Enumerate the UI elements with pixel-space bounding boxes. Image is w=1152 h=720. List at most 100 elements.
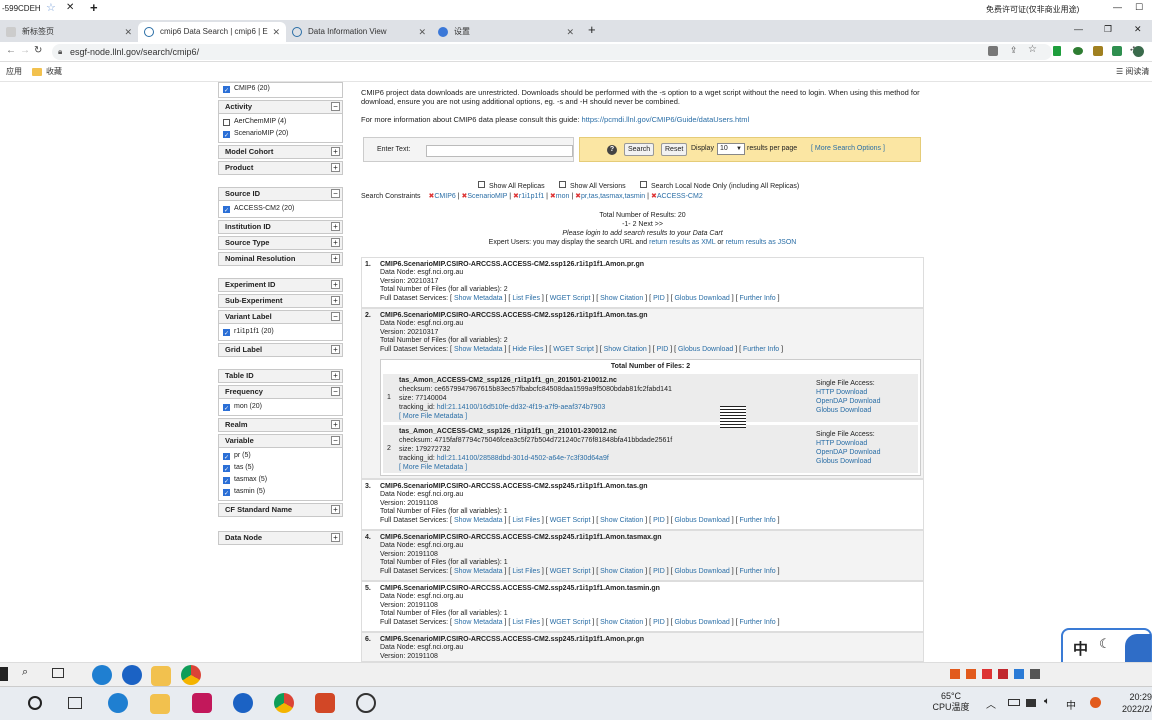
show-metadata-link[interactable]: Show Metadata — [454, 517, 503, 524]
wget-script-link[interactable]: WGET Script — [550, 568, 591, 575]
checkbox[interactable] — [223, 488, 230, 500]
list-files-link[interactable]: List Files — [512, 295, 540, 302]
checkbox[interactable] — [223, 476, 230, 488]
guide-link[interactable]: https://pcmdi.llnl.gov/CMIP6/Guide/dataU… — [582, 115, 750, 124]
show-citation-link[interactable]: Show Citation — [600, 295, 643, 302]
facet-option[interactable]: mon (20) — [223, 401, 338, 415]
return-json-link[interactable]: return results as JSON — [726, 239, 797, 246]
globus-file-download-link[interactable]: Globus Download — [816, 458, 871, 465]
apps-icon[interactable]: 应用 — [6, 62, 22, 82]
tray-icon-f[interactable] — [1030, 669, 1040, 679]
facet-option[interactable]: tas (5) — [223, 462, 338, 476]
search-button[interactable]: Search — [624, 143, 655, 156]
show-citation-link[interactable]: Show Citation — [600, 517, 643, 524]
teamviewer-icon[interactable] — [122, 665, 142, 685]
globus-download-link[interactable]: Globus Download — [678, 346, 733, 353]
checkbox[interactable] — [223, 205, 230, 217]
facet-model-cohort[interactable]: Model Cohort + — [218, 145, 343, 159]
checkbox[interactable] — [223, 85, 230, 97]
per-page-select[interactable]: 10 ▼ — [717, 143, 745, 155]
minimize-button[interactable]: — — [1113, 2, 1122, 12]
show-citation-link[interactable]: Show Citation — [600, 619, 643, 626]
facet-source-id[interactable]: Source ID − — [218, 187, 343, 201]
chrome-icon[interactable] — [181, 665, 201, 685]
more-search-options-link[interactable]: [ More Search Options ] — [811, 145, 885, 152]
url-input[interactable]: 🔒︎ esgf-node.llnl.gov/search/cmip6/ — [52, 44, 1052, 60]
http-download-link[interactable]: HTTP Download — [816, 440, 867, 447]
edge-icon[interactable] — [108, 693, 128, 713]
facet-institution-id[interactable]: Institution ID + — [218, 220, 343, 234]
expand-icon[interactable]: + — [331, 345, 340, 354]
local-node-option[interactable]: Search Local Node Only (including All Re… — [640, 181, 799, 190]
tab-newtab[interactable]: 新标签页 ✕ — [0, 22, 138, 42]
tab-data-information[interactable]: Data Information View ✕ — [286, 22, 432, 42]
constraint-variables[interactable]: pr,tas,tasmax,tasmin — [581, 193, 645, 200]
pid-link[interactable]: PID — [653, 295, 665, 302]
expand-icon[interactable]: + — [331, 147, 340, 156]
constraint-cmip6[interactable]: CMIP6 — [434, 193, 455, 200]
window-minimize-button[interactable]: — — [1074, 24, 1083, 34]
facet-frequency[interactable]: Frequency − — [218, 385, 343, 399]
extension-green-icon[interactable] — [1053, 46, 1061, 56]
back-icon[interactable]: ← — [6, 45, 16, 56]
expand-icon[interactable]: + — [331, 505, 340, 514]
wget-script-link[interactable]: WGET Script — [550, 295, 591, 302]
show-metadata-link[interactable]: Show Metadata — [454, 568, 503, 575]
globus-download-link[interactable]: Globus Download — [674, 619, 729, 626]
list-files-link[interactable]: List Files — [512, 568, 540, 575]
globus-file-download-link[interactable]: Globus Download — [816, 407, 871, 414]
cortana-icon[interactable] — [28, 696, 42, 710]
teamviewer-icon[interactable] — [233, 693, 253, 713]
close-icon[interactable]: ✕ — [418, 22, 426, 42]
powerpoint-icon[interactable] — [315, 693, 335, 713]
facet-experiment-id[interactable]: Experiment ID + — [218, 278, 343, 292]
volume-icon[interactable]: 🔈︎ — [1044, 696, 1050, 707]
expand-icon[interactable]: + — [331, 420, 340, 429]
list-files-link[interactable]: List Files — [512, 619, 540, 626]
window-restore-button[interactable]: ❐ — [1104, 24, 1112, 35]
expand-icon[interactable]: + — [331, 163, 340, 172]
translate-icon[interactable] — [988, 46, 998, 56]
facet-cf-standard-name[interactable]: CF Standard Name + — [218, 503, 343, 517]
checkbox[interactable] — [223, 118, 230, 126]
tray-icon-c[interactable] — [982, 669, 992, 679]
show-all-replicas-option[interactable]: Show All Replicas — [478, 181, 545, 190]
search-input[interactable] — [426, 145, 573, 157]
expand-icon[interactable]: + — [331, 238, 340, 247]
constraint-scenariomip[interactable]: ScenarioMIP — [467, 193, 507, 200]
hide-files-link[interactable]: Hide Files — [512, 346, 543, 353]
extension-g-icon[interactable] — [1112, 46, 1122, 56]
checkbox[interactable] — [478, 181, 485, 188]
show-all-versions-option[interactable]: Show All Versions — [559, 181, 626, 190]
chrome-icon[interactable] — [274, 693, 294, 713]
ime-indicator[interactable]: 中 — [1066, 697, 1076, 712]
more-file-metadata-link[interactable]: [ More File Metadata ] — [399, 464, 467, 471]
share-icon[interactable]: ⇪ — [1010, 45, 1018, 56]
folder-icon[interactable] — [150, 694, 170, 714]
extension-gold-icon[interactable] — [1093, 46, 1103, 56]
pid-link[interactable]: PID — [653, 568, 665, 575]
show-metadata-link[interactable]: Show Metadata — [454, 346, 503, 353]
constraint-variant[interactable]: r1i1p1f1 — [519, 193, 544, 200]
facet-nominal-resolution[interactable]: Nominal Resolution + — [218, 252, 343, 266]
facet-grid-label[interactable]: Grid Label + — [218, 343, 343, 357]
facet-option[interactable]: pr (5) — [223, 450, 338, 464]
further-info-link[interactable]: Further Info — [739, 295, 775, 302]
network-icon[interactable] — [1026, 699, 1036, 707]
tray-icon-e[interactable] — [1014, 669, 1024, 679]
close-icon[interactable]: ✕ — [272, 22, 280, 42]
window-close-button[interactable]: ✕ — [1134, 24, 1142, 35]
opendap-download-link[interactable]: OpenDAP Download — [816, 449, 880, 456]
wget-script-link[interactable]: WGET Script — [553, 346, 594, 353]
bookmark-star-icon[interactable]: ☆ — [1028, 44, 1037, 55]
return-xml-link[interactable]: return results as XML — [649, 239, 715, 246]
checkbox[interactable] — [223, 130, 230, 142]
maximize-button[interactable]: ☐ — [1135, 2, 1143, 13]
tray-icon-a[interactable] — [950, 669, 960, 679]
facet-option[interactable]: tasmax (5) — [223, 474, 338, 488]
globus-download-link[interactable]: Globus Download — [674, 517, 729, 524]
collapse-icon[interactable]: − — [331, 387, 340, 396]
show-metadata-link[interactable]: Show Metadata — [454, 295, 503, 302]
further-info-link[interactable]: Further Info — [743, 346, 779, 353]
constraint-mon[interactable]: mon — [556, 193, 570, 200]
